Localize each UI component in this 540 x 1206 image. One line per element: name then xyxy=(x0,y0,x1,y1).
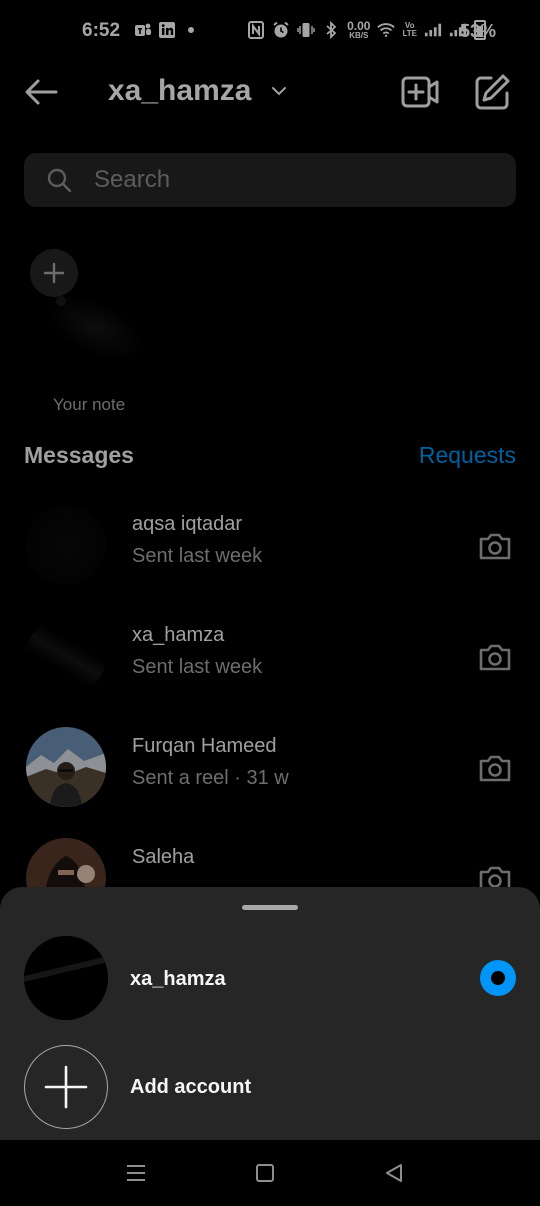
home-button[interactable] xyxy=(256,1164,274,1182)
back-triangle-icon xyxy=(386,1164,402,1182)
add-account-label: Add account xyxy=(130,1076,252,1098)
sheet-drag-handle[interactable] xyxy=(242,905,298,910)
add-account-circle xyxy=(24,1045,108,1129)
account-name: xa_hamza xyxy=(130,968,226,990)
recents-button[interactable] xyxy=(126,1162,146,1184)
plus-icon xyxy=(44,1065,87,1108)
system-navigation-bar xyxy=(0,1140,540,1206)
account-switcher-sheet: xa_hamza Add account xyxy=(0,887,540,1140)
profile-photo xyxy=(24,936,108,1020)
system-back-button[interactable] xyxy=(384,1162,404,1184)
selected-radio[interactable] xyxy=(480,960,516,996)
menu-icon xyxy=(127,1165,145,1181)
avatar xyxy=(24,936,108,1020)
